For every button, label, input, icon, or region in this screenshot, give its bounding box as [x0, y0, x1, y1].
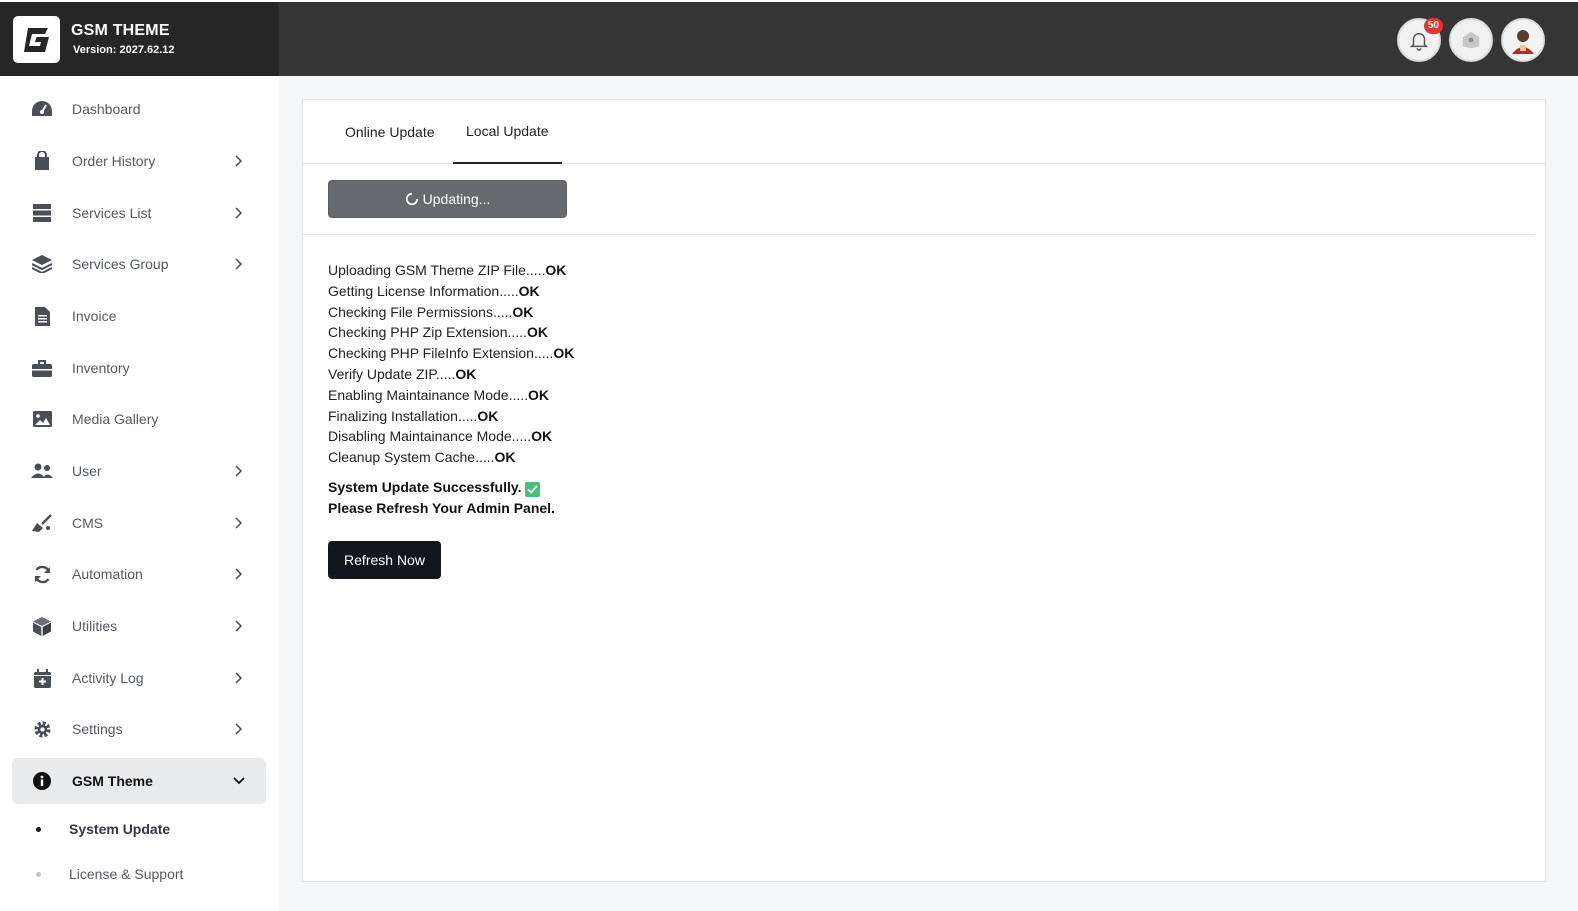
layers-icon [31, 253, 53, 275]
log-line: Checking PHP FileInfo Extension.....OK [328, 345, 575, 362]
brand-title: GSM THEME [71, 22, 170, 39]
users-icon [31, 460, 53, 482]
sidebar-subitem-system-update[interactable]: System Update [36, 819, 170, 839]
log-line: Uploading GSM Theme ZIP File.....OK [328, 262, 567, 278]
refresh-now-button[interactable]: Refresh Now [328, 541, 441, 579]
notifications-button[interactable]: 50 [1397, 18, 1443, 62]
chevron-right-icon [232, 154, 246, 168]
server-list-icon [31, 202, 53, 224]
calendar-plus-icon [31, 667, 53, 689]
success-line: System Update Successfully. [328, 479, 522, 495]
sidebar-item-inventory[interactable]: Inventory [12, 345, 266, 391]
brand: GSM THEME Version: 2027.62.12 [0, 0, 279, 76]
update-tabs: Online Update Local Update [303, 100, 1545, 164]
chevron-right-icon [232, 206, 246, 220]
chevron-right-icon [232, 257, 246, 271]
sidebar-item-user[interactable]: User [12, 448, 266, 494]
brand-version: Version: 2027.62.12 [73, 44, 175, 56]
sidebar-item-services-group[interactable]: Services Group [12, 241, 266, 287]
divider [303, 234, 1534, 235]
chevron-down-icon [232, 774, 246, 788]
sidebar: Dashboard Order History Services List Se… [0, 76, 279, 911]
top-bar: 50 [279, 0, 1578, 76]
tab-online-update[interactable]: Online Update [345, 100, 435, 164]
invoice-icon [31, 305, 53, 327]
home-icon [1462, 31, 1480, 49]
chevron-right-icon [232, 619, 246, 633]
bullet-icon [36, 826, 41, 832]
refresh-instruction: Please Refresh Your Admin Panel. [328, 500, 555, 516]
spinner-icon [405, 192, 418, 206]
notification-badge: 50 [1423, 18, 1443, 34]
update-card: Online Update Local Update Updating... U… [302, 99, 1546, 882]
chevron-right-icon [232, 567, 246, 581]
chevron-right-icon [232, 722, 246, 736]
briefcase-icon [31, 357, 53, 379]
log-line: Cleanup System Cache.....OK [328, 449, 516, 466]
log-line: Enabling Maintainance Mode.....OK [328, 386, 550, 403]
chevron-right-icon [232, 516, 246, 530]
chevron-right-icon [232, 464, 246, 478]
sidebar-item-automation[interactable]: Automation [12, 551, 266, 597]
sync-icon [31, 563, 53, 585]
sidebar-item-order-history[interactable]: Order History [12, 138, 266, 184]
log-line: Disabling Maintainance Mode.....OK [328, 428, 553, 445]
tab-local-update[interactable]: Local Update [453, 100, 562, 164]
log-line: Getting License Information.....OK [328, 282, 540, 299]
log-line: Verify Update ZIP.....OK [328, 365, 477, 382]
updating-button[interactable]: Updating... [328, 180, 567, 218]
update-log: Uploading GSM Theme ZIP File.....OK Gett… [328, 260, 574, 468]
sidebar-item-gsm-theme[interactable]: GSM Theme [12, 758, 266, 804]
sidebar-item-utilities[interactable]: Utilities [12, 603, 266, 649]
sidebar-item-media-gallery[interactable]: Media Gallery [12, 396, 266, 442]
sidebar-item-services-list[interactable]: Services List [12, 190, 266, 236]
log-line: Finalizing Installation.....OK [328, 407, 499, 424]
sidebar-subitem-license-support[interactable]: License & Support [36, 864, 183, 884]
updating-label: Updating... [422, 191, 491, 207]
success-message: System Update Successfully. Please Refre… [328, 477, 555, 519]
log-line: Checking PHP Zip Extension.....OK [328, 324, 548, 341]
avatar[interactable] [1501, 18, 1545, 62]
home-button[interactable] [1449, 18, 1493, 62]
shopping-bag-icon [31, 150, 53, 172]
log-line: Checking File Permissions.....OK [328, 303, 534, 320]
sidebar-item-cms[interactable]: CMS [12, 500, 266, 546]
sidebar-item-dashboard[interactable]: Dashboard [12, 86, 266, 132]
sidebar-item-invoice[interactable]: Invoice [12, 293, 266, 339]
g-logo-icon[interactable] [13, 15, 60, 63]
check-mark-icon [525, 482, 541, 497]
info-icon [31, 770, 53, 792]
chevron-right-icon [232, 671, 246, 685]
bullet-icon [36, 871, 41, 877]
dashboard-icon [31, 98, 53, 120]
broom-icon [31, 512, 53, 534]
sidebar-item-settings[interactable]: Settings [12, 706, 266, 752]
sidebar-item-activity-log[interactable]: Activity Log [12, 655, 266, 701]
gear-icon [31, 718, 53, 740]
cube-icon [31, 615, 53, 637]
image-icon [31, 408, 53, 430]
